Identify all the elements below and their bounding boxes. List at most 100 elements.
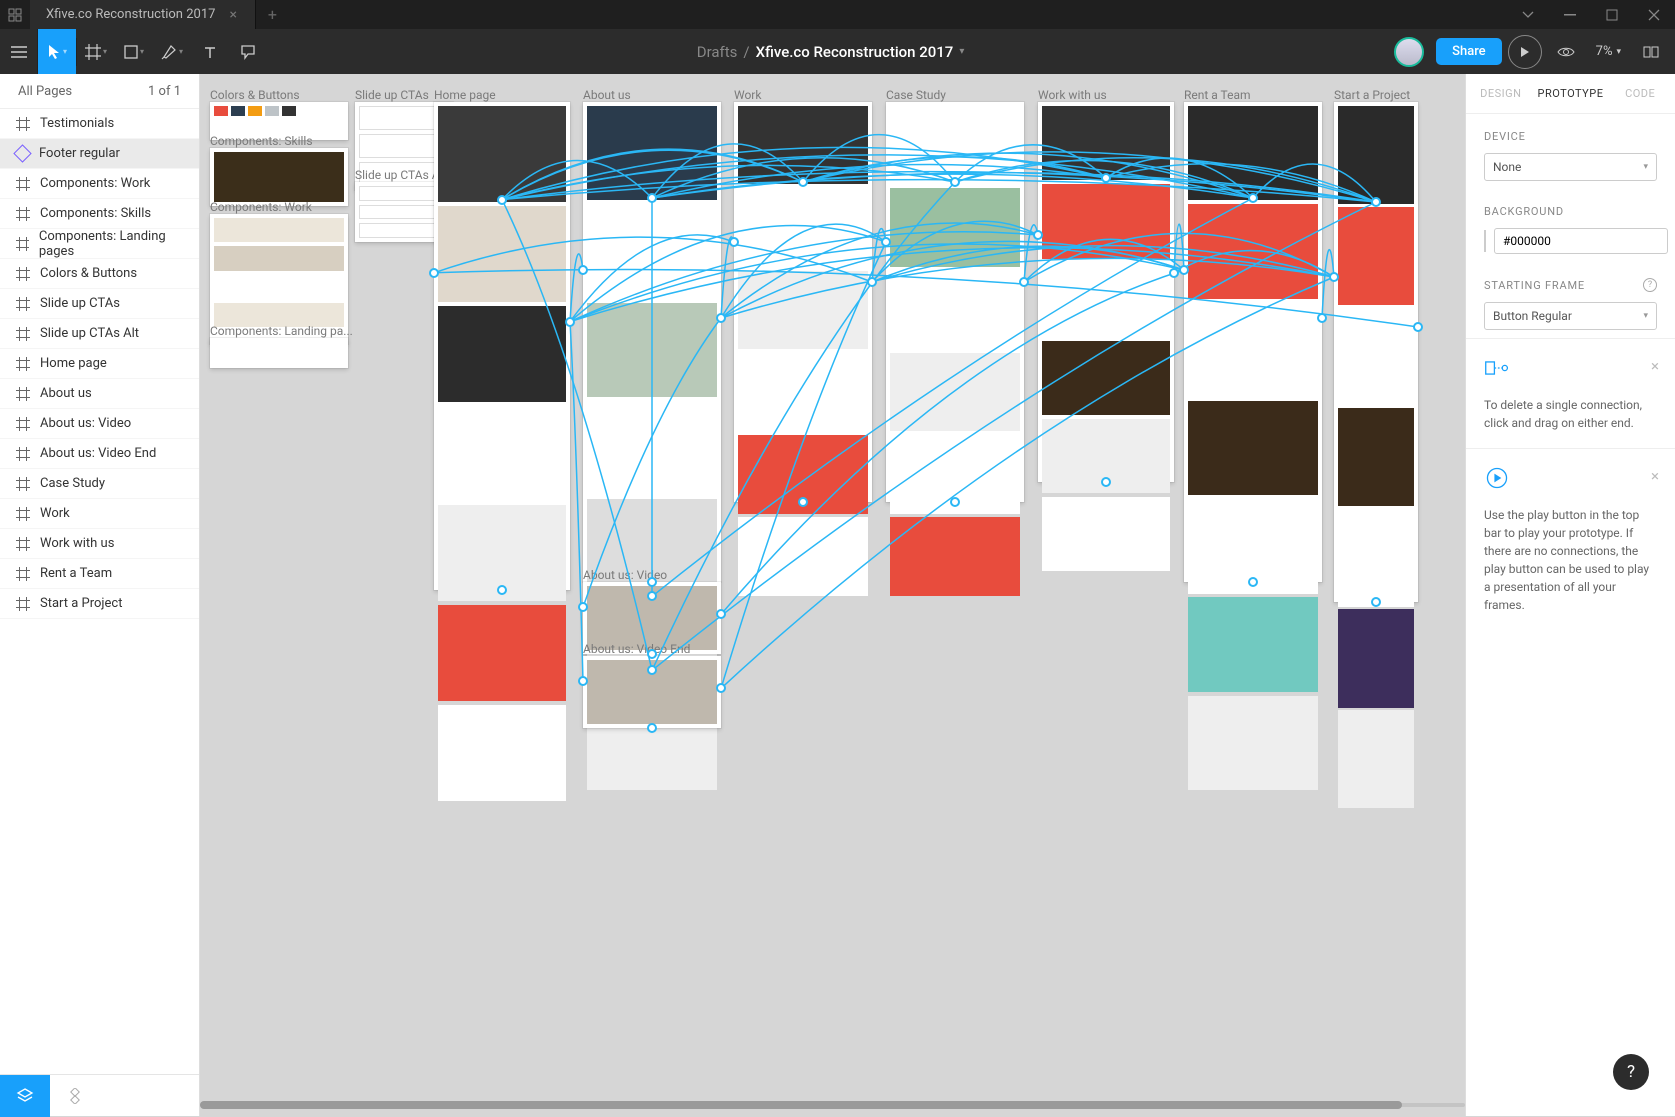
artboard[interactable] <box>886 102 1024 502</box>
frame-label[interactable]: Slide up CTAs <box>355 88 429 102</box>
new-tab-button[interactable]: + <box>256 5 289 24</box>
frame-label[interactable]: Start a Project <box>1334 88 1410 102</box>
background-input[interactable] <box>1494 228 1668 254</box>
frame-label[interactable]: Slide up CTAs Alt <box>355 168 446 182</box>
prototype-connection-node[interactable] <box>729 237 739 247</box>
layer-item[interactable]: About us: Video <box>0 409 199 439</box>
prototype-connection-node[interactable] <box>1329 272 1339 282</box>
pages-header[interactable]: All Pages 1 of 1 <box>0 74 199 109</box>
prototype-connection-node[interactable] <box>881 237 891 247</box>
library-icon[interactable] <box>1633 45 1669 59</box>
minimize-icon[interactable] <box>1549 0 1591 29</box>
artboard[interactable] <box>1038 102 1174 482</box>
prototype-connection-node[interactable] <box>716 609 726 619</box>
inspector-tab-design[interactable]: DESIGN <box>1466 74 1536 113</box>
prototype-connection-node[interactable] <box>647 649 657 659</box>
prototype-connection-node[interactable] <box>1179 265 1189 275</box>
frame-label[interactable]: About us: Video End <box>583 642 690 656</box>
layer-item[interactable]: Components: Skills <box>0 199 199 229</box>
chevron-down-icon[interactable]: ▾ <box>959 46 964 57</box>
frame-tool[interactable]: ▾ <box>77 29 115 74</box>
prototype-connection-node[interactable] <box>578 265 588 275</box>
layer-item[interactable]: Slide up CTAs Alt <box>0 319 199 349</box>
prototype-connection-node[interactable] <box>1169 268 1179 278</box>
prototype-connection-node[interactable] <box>429 268 439 278</box>
layer-item[interactable]: Work with us <box>0 529 199 559</box>
device-select[interactable]: None ▾ <box>1484 153 1657 181</box>
file-name[interactable]: Xfive.co Reconstruction 2017 <box>756 43 954 61</box>
layer-item[interactable]: Home page <box>0 349 199 379</box>
prototype-connection-node[interactable] <box>565 317 575 327</box>
prototype-connection-node[interactable] <box>950 177 960 187</box>
prototype-connection-node[interactable] <box>950 497 960 507</box>
background-swatch[interactable] <box>1484 230 1486 252</box>
maximize-icon[interactable] <box>1591 0 1633 29</box>
prototype-connection-node[interactable] <box>1019 277 1029 287</box>
layer-item[interactable]: Components: Landing pages <box>0 229 199 259</box>
app-grid-icon[interactable] <box>0 0 30 29</box>
breadcrumb-root[interactable]: Drafts <box>697 43 738 61</box>
artboard[interactable] <box>583 102 721 582</box>
inspector-tab-prototype[interactable]: PROTOTYPE <box>1536 74 1606 113</box>
prototype-connection-node[interactable] <box>1101 477 1111 487</box>
prototype-connection-node[interactable] <box>497 195 507 205</box>
preview-icon[interactable] <box>1548 46 1584 58</box>
artboard[interactable] <box>734 102 872 502</box>
prototype-connection-node[interactable] <box>798 177 808 187</box>
layer-item[interactable]: Testimonials <box>0 109 199 139</box>
frame-label[interactable]: Work with us <box>1038 88 1107 102</box>
prototype-connection-node[interactable] <box>497 585 507 595</box>
shape-tool[interactable]: ▾ <box>115 29 153 74</box>
move-tool[interactable]: ▾ <box>38 29 76 74</box>
prototype-connection-node[interactable] <box>716 313 726 323</box>
close-icon[interactable]: × <box>1651 465 1659 488</box>
frame-label[interactable]: Components: Landing pa... <box>210 324 353 338</box>
frame-label[interactable]: Components: Work <box>210 200 312 214</box>
layers-tab-icon[interactable] <box>0 1075 50 1117</box>
prototype-connection-node[interactable] <box>1371 597 1381 607</box>
prototype-connection-node[interactable] <box>647 193 657 203</box>
menu-icon[interactable] <box>0 29 38 74</box>
frame-label[interactable]: Case Study <box>886 88 946 102</box>
pen-tool[interactable]: ▾ <box>153 29 191 74</box>
play-button[interactable] <box>1508 35 1542 69</box>
close-icon[interactable]: × <box>1651 355 1659 378</box>
zoom-level[interactable]: 7%▾ <box>1590 44 1627 59</box>
horizontal-scrollbar[interactable] <box>200 1100 1465 1110</box>
layer-item[interactable]: Components: Work <box>0 169 199 199</box>
artboard[interactable] <box>210 148 348 206</box>
frame-label[interactable]: Components: Skills <box>210 134 313 148</box>
artboard[interactable] <box>1334 102 1418 602</box>
chevron-down-icon[interactable] <box>1507 0 1549 29</box>
layer-item[interactable]: Work <box>0 499 199 529</box>
layer-item[interactable]: Footer regular <box>0 139 199 169</box>
share-button[interactable]: Share <box>1436 38 1502 65</box>
artboard[interactable] <box>434 102 570 590</box>
prototype-connection-node[interactable] <box>1371 197 1381 207</box>
prototype-connection-node[interactable] <box>1248 193 1258 203</box>
help-button[interactable]: ? <box>1613 1054 1649 1090</box>
prototype-connection-node[interactable] <box>1317 313 1327 323</box>
canvas[interactable]: Colors & ButtonsComponents: SkillsCompon… <box>200 74 1465 1116</box>
close-tab-icon[interactable]: × <box>229 7 236 23</box>
layer-item[interactable]: Slide up CTAs <box>0 289 199 319</box>
artboard[interactable] <box>210 338 348 368</box>
artboard[interactable] <box>1184 102 1322 582</box>
prototype-connection-node[interactable] <box>716 683 726 693</box>
layer-item[interactable]: Rent a Team <box>0 559 199 589</box>
components-tab-icon[interactable] <box>50 1075 100 1117</box>
close-window-icon[interactable] <box>1633 0 1675 29</box>
document-tab[interactable]: Xfive.co Reconstruction 2017 × <box>30 0 256 29</box>
comment-tool[interactable] <box>229 29 267 74</box>
info-icon[interactable]: ? <box>1643 278 1657 292</box>
frame-label[interactable]: Rent a Team <box>1184 88 1251 102</box>
frame-label[interactable]: Work <box>734 88 761 102</box>
inspector-tab-code[interactable]: CODE <box>1605 74 1675 113</box>
prototype-connection-node[interactable] <box>647 577 657 587</box>
prototype-connection-node[interactable] <box>1248 577 1258 587</box>
frame-label[interactable]: About us <box>583 88 631 102</box>
prototype-connection-node[interactable] <box>798 497 808 507</box>
layer-item[interactable]: About us: Video End <box>0 439 199 469</box>
frame-label[interactable]: Home page <box>434 88 496 102</box>
layer-item[interactable]: Start a Project <box>0 589 199 619</box>
